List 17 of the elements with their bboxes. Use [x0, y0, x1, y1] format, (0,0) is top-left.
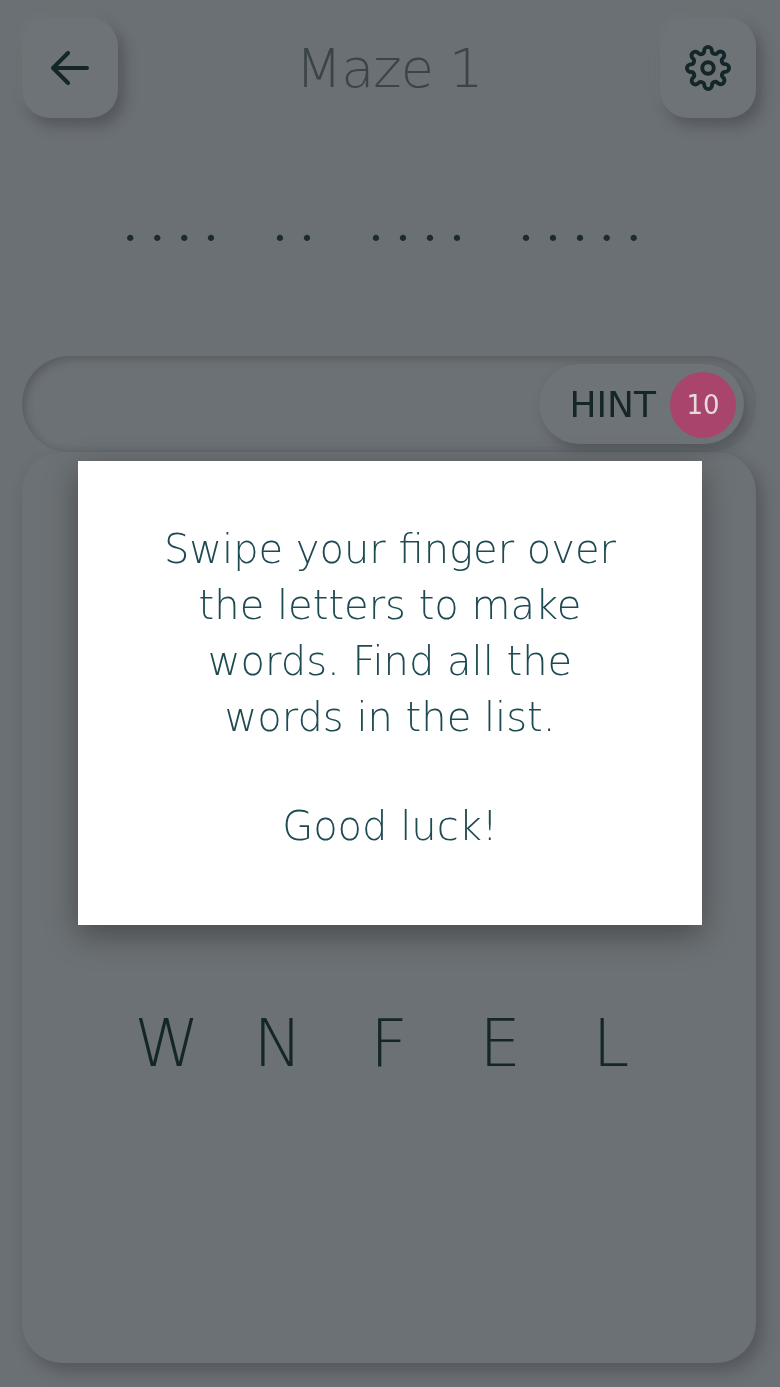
word-slot: •• — [273, 226, 328, 266]
hint-count-badge: 10 — [670, 372, 736, 438]
word-slot: •••• — [123, 226, 232, 266]
letter-tile[interactable]: E — [444, 1009, 556, 1079]
settings-button[interactable] — [660, 18, 756, 118]
good-luck-text: Good luck! — [282, 803, 498, 849]
back-arrow-icon — [51, 51, 89, 85]
word-slot: •••• — [369, 226, 478, 266]
back-button[interactable] — [22, 18, 118, 118]
letter-tile[interactable]: N — [222, 1009, 334, 1079]
letter-tile[interactable]: W — [111, 1009, 223, 1079]
hint-button[interactable]: HINT 10 — [539, 364, 744, 444]
instructions-text: Swipe your finger over the letters to make words. Find all the words in the list. — [162, 525, 618, 742]
settings-icon — [685, 45, 731, 91]
word-slot: ••••• — [519, 226, 655, 266]
letter-tile[interactable]: F — [333, 1009, 445, 1079]
letter-tile[interactable]: L — [555, 1009, 667, 1079]
